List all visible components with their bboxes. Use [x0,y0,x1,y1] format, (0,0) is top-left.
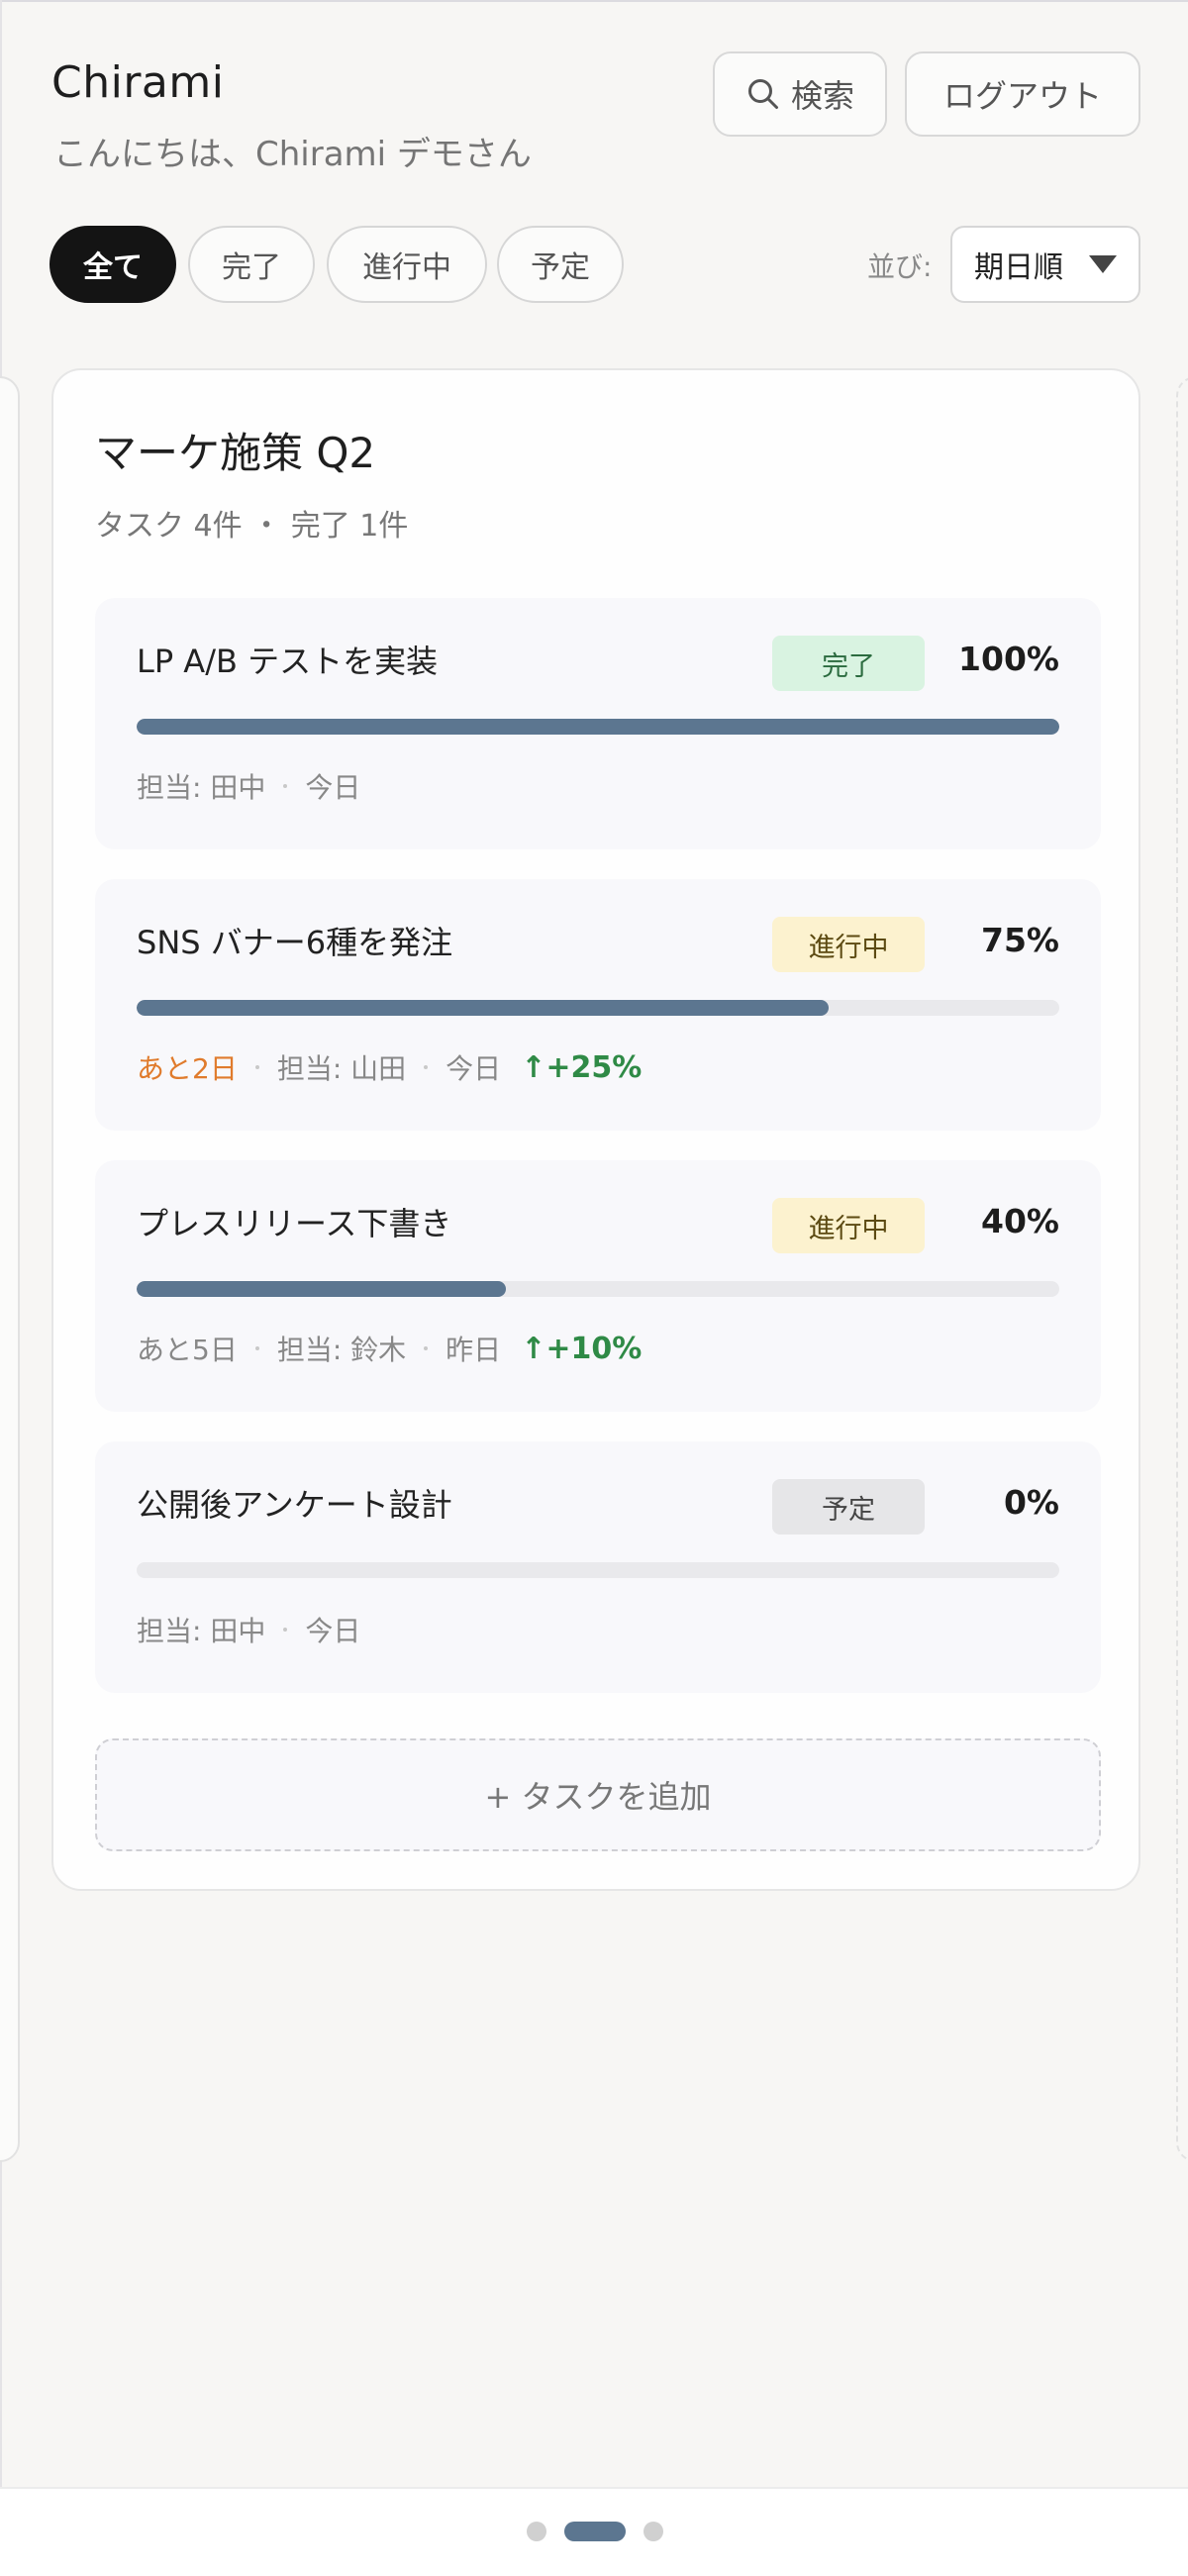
filter-chip-planned[interactable]: 予定 [497,226,624,303]
page-indicator-dot[interactable] [527,2522,546,2541]
search-button[interactable]: 検索 [713,51,887,137]
search-button-label: 検索 [790,77,854,115]
project-summary: タスク 4件 ・ 完了 1件 [95,509,409,544]
project-card: マーケ施策 Q2 タスク 4件 ・ 完了 1件 LP A/B テストを実装 完了… [51,368,1140,1891]
meta-separator [283,1628,288,1632]
greeting-text: こんにちは、Chirami デモさん [53,135,532,174]
task-percent: 100% [958,640,1059,678]
progress-fill [137,1000,829,1016]
filter-chip-in-progress[interactable]: 進行中 [327,226,487,303]
chevron-down-icon [1089,255,1117,273]
task-item[interactable]: LP A/B テストを実装 完了 100% 担当: 田中 今日 [95,598,1101,849]
status-badge: 完了 [772,636,925,691]
task-meta: 担当: 田中 今日 [137,1610,360,1649]
task-assignee: 担当: 田中 [137,1615,266,1647]
task-assignee: 担当: 鈴木 [276,1334,407,1366]
task-item[interactable]: 公開後アンケート設計 予定 0% 担当: 田中 今日 [95,1441,1101,1693]
filter-chip-done[interactable]: 完了 [188,226,315,303]
sort-label: 並び: [867,250,933,283]
progress-track [137,1000,1059,1016]
sort-value: 期日順 [974,250,1063,285]
task-name: SNS バナー6種を発注 [137,924,453,961]
task-assignee: 担当: 山田 [276,1052,407,1085]
task-meta: あと2日 担当: 山田 今日 ↑+25% [137,1047,642,1087]
status-badge: 進行中 [772,1198,925,1253]
task-updated: 今日 [305,771,361,804]
progress-delta: ↑+25% [521,1049,643,1085]
page-indicator-dot[interactable] [644,2522,663,2541]
task-due: あと2日 [137,1052,238,1085]
task-updated: 昨日 [446,1334,502,1366]
task-percent: 75% [981,921,1059,959]
progress-track [137,1281,1059,1297]
task-meta: あと5日 担当: 鈴木 昨日 ↑+10% [137,1329,642,1368]
logout-button[interactable]: ログアウト [905,51,1140,137]
task-meta: 担当: 田中 今日 [137,766,360,806]
top-border [0,0,1188,2]
task-updated: 今日 [305,1615,361,1647]
progress-track [137,719,1059,735]
meta-separator [254,1346,259,1350]
task-due: あと5日 [137,1334,238,1366]
progress-fill [137,1281,506,1297]
meta-separator [424,1346,429,1350]
task-name: プレスリリース下書き [137,1205,452,1242]
meta-separator [283,784,288,788]
task-item[interactable]: SNS バナー6種を発注 進行中 75% あと2日 担当: 山田 今日 ↑+25… [95,879,1101,1131]
previous-card-peek[interactable] [0,376,20,2162]
progress-fill [137,719,1059,735]
sort-select[interactable]: 期日順 [950,226,1140,303]
page-indicator-dot-active[interactable] [564,2522,626,2541]
progress-track [137,1562,1059,1578]
app-title: Chirami [51,57,225,108]
task-updated: 今日 [446,1052,502,1085]
progress-delta: ↑+10% [521,1331,643,1366]
task-percent: 40% [981,1202,1059,1240]
filter-chip-all[interactable]: 全て [50,226,176,303]
task-name: 公開後アンケート設計 [137,1486,452,1524]
status-badge: 予定 [772,1479,925,1535]
task-assignee: 担当: 田中 [137,771,266,804]
task-name: LP A/B テストを実装 [137,643,439,680]
search-icon [747,79,778,109]
status-badge: 進行中 [772,917,925,972]
add-task-button[interactable]: + タスクを追加 [95,1738,1101,1851]
project-title: マーケ施策 Q2 [95,429,376,477]
next-card-peek[interactable] [1176,376,1188,2162]
meta-separator [424,1065,429,1069]
task-percent: 0% [1003,1483,1059,1522]
meta-separator [254,1065,259,1069]
task-item[interactable]: プレスリリース下書き 進行中 40% あと5日 担当: 鈴木 昨日 ↑+10% [95,1160,1101,1412]
